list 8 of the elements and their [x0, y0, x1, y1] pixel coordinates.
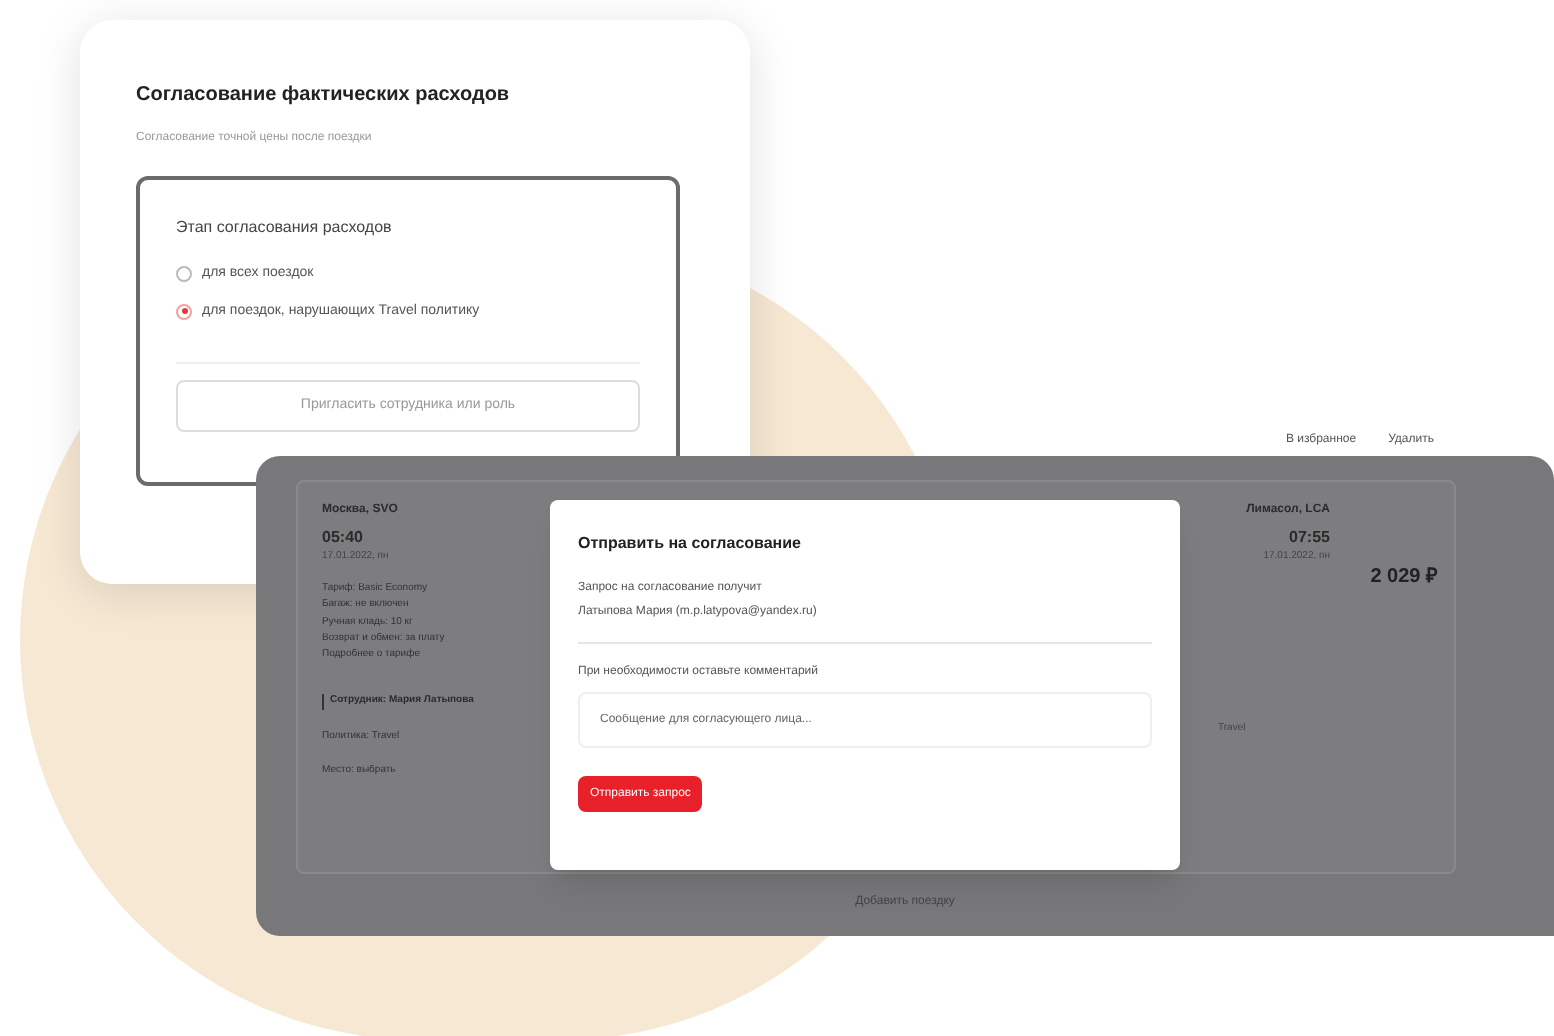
trip-price: 2 029 ₽	[1370, 564, 1438, 592]
radio-button[interactable]	[176, 266, 192, 283]
dialog-title: Отправить на согласование	[578, 532, 804, 556]
group-title: Этап согласования расходов	[176, 216, 394, 240]
departure-time: 05:40	[322, 526, 365, 550]
card-title: Согласование фактических расходов	[136, 82, 512, 110]
arrival-time: 07:55	[1289, 526, 1330, 550]
radio-button[interactable]	[176, 303, 192, 320]
